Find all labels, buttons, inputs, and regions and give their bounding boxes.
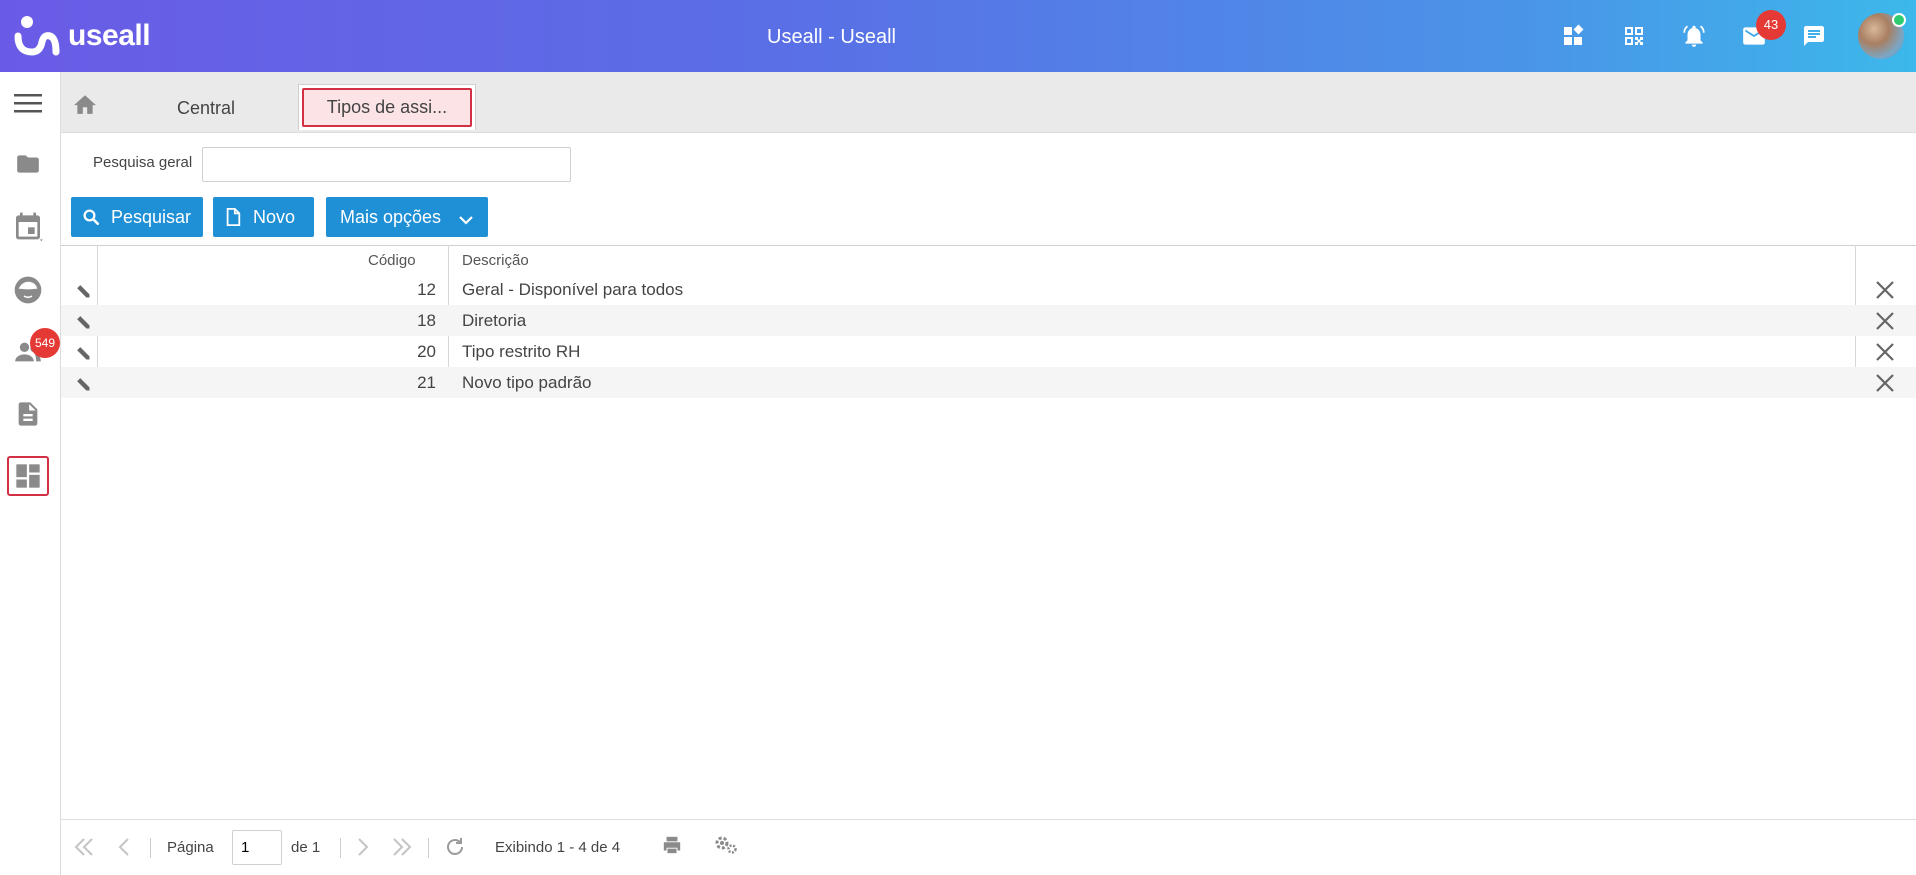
qr-code-button[interactable]: [1604, 12, 1664, 60]
tab-tipos-de-assinatura[interactable]: Tipos de assi...: [298, 84, 476, 130]
refresh-icon[interactable]: [443, 835, 467, 863]
mail-badge: 43: [1756, 10, 1786, 40]
cell-description: Tipo restrito RH: [462, 342, 581, 361]
pager-separator: [428, 838, 429, 858]
first-page-icon[interactable]: [73, 836, 97, 862]
cell-description: Diretoria: [462, 311, 527, 330]
column-header-code[interactable]: Código: [368, 252, 416, 269]
delete-icon[interactable]: [1874, 279, 1896, 301]
calendar-icon: [16, 212, 43, 242]
tab-home[interactable]: [71, 92, 99, 116]
chevron-down-icon: [458, 210, 474, 231]
document-icon: [18, 402, 38, 426]
widgets-button[interactable]: [1544, 12, 1604, 60]
sidebar-item-calendar[interactable]: [6, 204, 50, 248]
new-button[interactable]: Novo: [213, 197, 314, 237]
sidebar-menu-toggle[interactable]: [6, 81, 50, 125]
search-label: Pesquisa geral: [93, 154, 193, 171]
more-options-label: Mais opções: [340, 206, 442, 227]
cell-code: 21: [417, 373, 436, 392]
mail-button[interactable]: 43: [1724, 10, 1786, 60]
widgets-icon: [1564, 24, 1584, 45]
new-button-label: Novo: [253, 206, 296, 227]
app-title: Useall - Useall: [767, 26, 896, 48]
people-badge: 549: [30, 328, 60, 358]
next-page-icon[interactable]: [356, 836, 370, 862]
previous-page-icon[interactable]: [117, 836, 131, 862]
sidebar-item-people[interactable]: 549: [6, 328, 60, 374]
search-input[interactable]: [202, 147, 571, 182]
cell-description: Novo tipo padrão: [462, 373, 592, 392]
delete-icon[interactable]: [1874, 372, 1896, 394]
online-status-indicator: [1892, 13, 1906, 27]
print-icon[interactable]: [661, 835, 683, 859]
sidebar: 549: [0, 72, 61, 875]
active-tab-label: Tipos de assi...: [302, 88, 472, 127]
table-row[interactable]: 18 Diretoria: [61, 305, 1916, 336]
header-actions: 43: [1544, 10, 1906, 60]
sidebar-item-profile[interactable]: [6, 268, 50, 312]
search-button-label: Pesquisar: [111, 206, 192, 227]
column-header-description[interactable]: Descrição: [462, 252, 529, 269]
pager-separator: [150, 838, 151, 858]
grid-top-border: [61, 245, 1916, 246]
cell-code: 18: [417, 311, 436, 330]
last-page-icon[interactable]: [389, 836, 413, 862]
page-total-label: de 1: [291, 839, 321, 856]
tab-central[interactable]: Central: [177, 98, 235, 119]
tab-bar: Central Tipos de assi...: [61, 72, 1916, 133]
menu-icon: [14, 94, 42, 113]
chat-icon: [1804, 26, 1824, 46]
home-icon: [74, 95, 96, 114]
page-label: Página: [167, 839, 214, 856]
sidebar-item-documents[interactable]: [6, 392, 50, 436]
pager-separator: [340, 838, 341, 858]
dashboard-icon: [16, 464, 40, 488]
qr-code-icon: [1625, 27, 1643, 45]
more-options-button[interactable]: Mais opções: [326, 197, 488, 237]
cell-code: 12: [417, 280, 436, 299]
top-header: useall Useall - Useall 43: [0, 0, 1916, 72]
search-icon: [71, 208, 111, 226]
table-row[interactable]: 12 Geral - Disponível para todos: [61, 274, 1916, 305]
cell-code: 20: [417, 342, 436, 361]
user-avatar[interactable]: [1858, 13, 1906, 59]
bell-icon: [1683, 25, 1705, 47]
delete-icon[interactable]: [1874, 310, 1896, 332]
chat-button[interactable]: [1784, 12, 1844, 60]
search-button[interactable]: Pesquisar: [71, 197, 203, 237]
records-count: Exibindo 1 - 4 de 4: [495, 839, 621, 856]
new-document-icon: [213, 208, 253, 226]
face-icon: [14, 276, 42, 304]
sidebar-item-folders[interactable]: [6, 142, 50, 186]
table-row[interactable]: 21 Novo tipo padrão: [61, 367, 1916, 398]
sidebar-item-dashboard[interactable]: [7, 456, 49, 496]
delete-icon[interactable]: [1874, 341, 1896, 363]
notifications-button[interactable]: [1664, 12, 1724, 60]
table-row[interactable]: 20 Tipo restrito RH: [61, 336, 1916, 367]
folder-icon: [17, 155, 39, 173]
settings-icon[interactable]: [713, 833, 739, 861]
pager: Página de 1 Exibindo 1 - 4 de 4: [61, 819, 1916, 875]
cell-description: Geral - Disponível para todos: [462, 280, 684, 299]
page-number-input[interactable]: [232, 830, 282, 865]
